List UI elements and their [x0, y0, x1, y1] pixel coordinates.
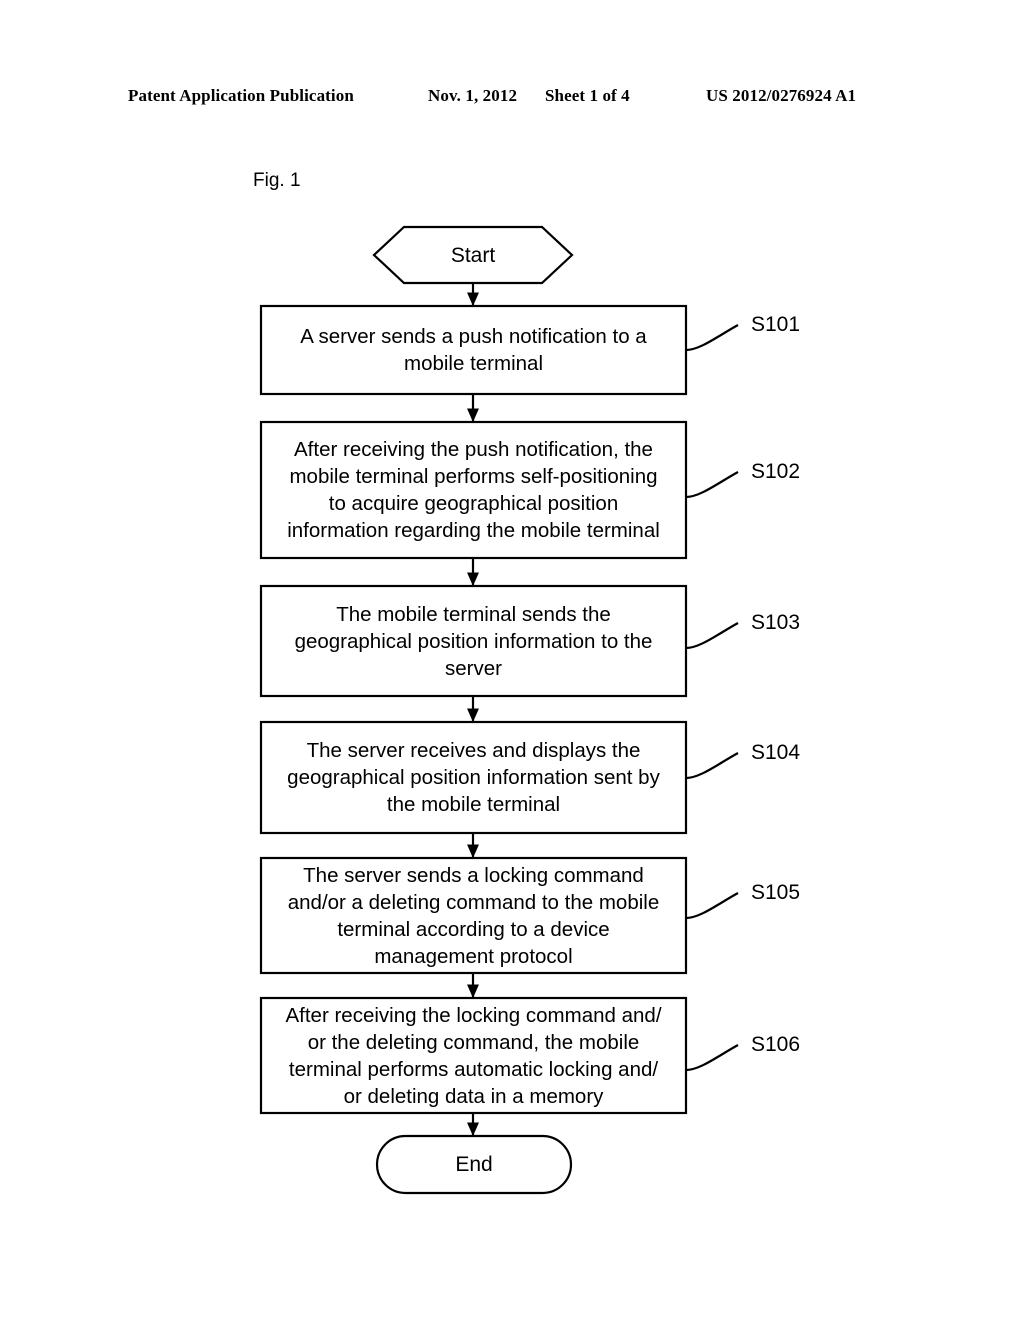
leader-line-s104 — [685, 752, 739, 780]
step-ref-s103: S103 — [751, 611, 801, 634]
document-number: US 2012/0276924 A1 — [706, 86, 857, 105]
step-text-s106: After receiving the locking command and/… — [285, 1003, 662, 1108]
step-ref-s102: S102 — [751, 460, 801, 483]
publication-title: Patent Application Publication — [128, 86, 354, 105]
step-text-s105: The server sends a locking command and/o… — [287, 863, 660, 968]
leader-line-s105 — [685, 892, 739, 920]
step-ref-s106: S106 — [751, 1033, 801, 1056]
step-ref-s105: S105 — [751, 881, 801, 904]
step-text-s101: A server sends a push notification to a … — [300, 325, 647, 375]
step-ref-s104: S104 — [751, 741, 801, 764]
step-text-s104: The server receives and displays the geo… — [287, 739, 660, 816]
start-node-label: Start — [450, 243, 496, 267]
leader-line-s102 — [685, 471, 739, 499]
step-text-s102: After receiving the push notification, t… — [287, 438, 660, 542]
sheet-number: Sheet 1 of 4 — [545, 86, 630, 105]
leader-line-s106 — [685, 1044, 739, 1072]
step-text-s103: The mobile terminal sends the geographic… — [294, 602, 653, 680]
leader-line-s103 — [685, 622, 739, 650]
patent-page-header: Patent Application Publication Nov. 1, 2… — [0, 86, 1024, 112]
publication-date: Nov. 1, 2012 — [428, 86, 518, 105]
leader-line-s101 — [685, 324, 739, 352]
step-ref-s101: S101 — [751, 313, 801, 336]
end-node-label: End — [455, 1153, 493, 1176]
figure-label: Fig. 1 — [253, 170, 301, 191]
